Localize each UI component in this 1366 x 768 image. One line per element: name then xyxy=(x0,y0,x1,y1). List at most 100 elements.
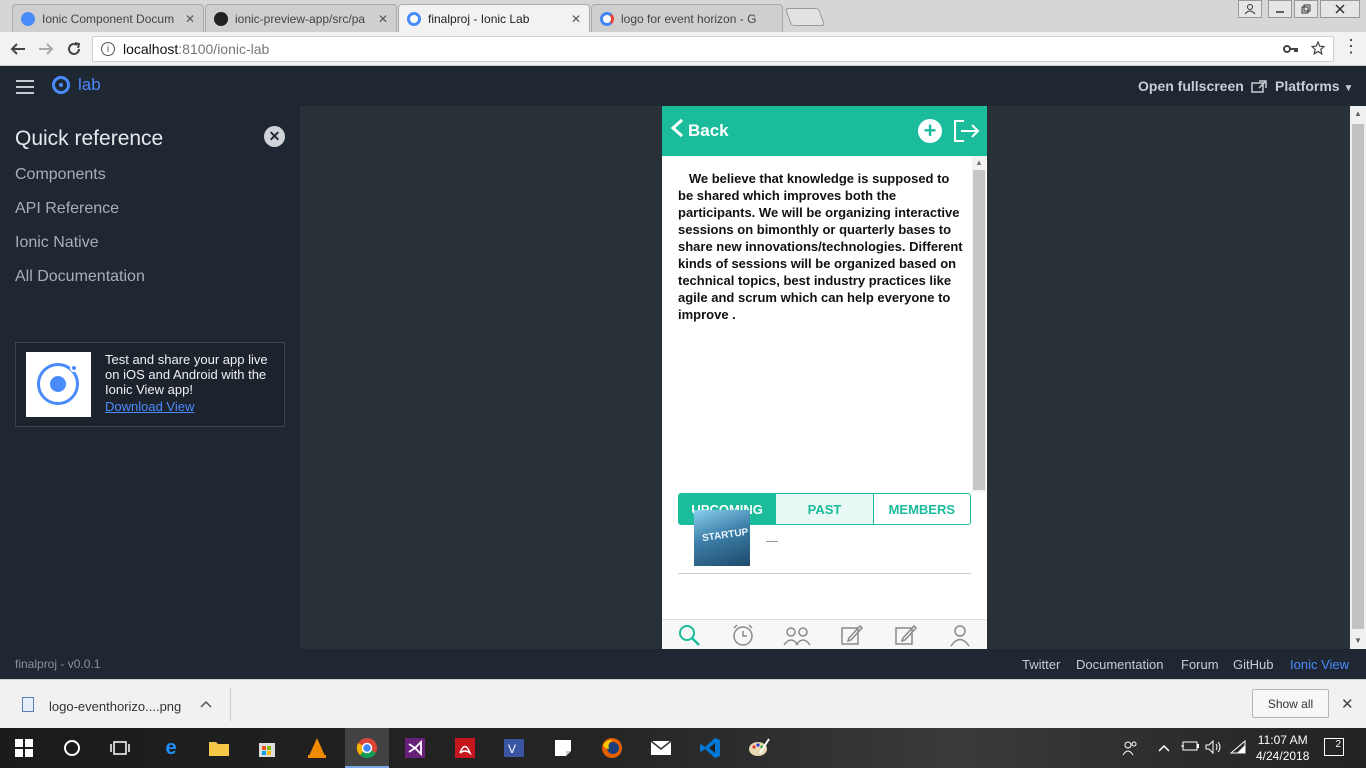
browser-tab-github[interactable]: ionic-preview-app/src/pa ✕ xyxy=(205,4,397,32)
volume-icon[interactable] xyxy=(1205,739,1223,757)
scrollbar-thumb[interactable] xyxy=(973,170,985,490)
action-center-icon[interactable]: 2 xyxy=(1324,738,1344,756)
acrobat-icon[interactable] xyxy=(453,736,477,760)
info-icon[interactable]: i xyxy=(101,42,115,56)
tab-alarm-icon[interactable] xyxy=(716,620,770,649)
restore-icon[interactable] xyxy=(1294,0,1318,18)
store-icon[interactable] xyxy=(255,736,279,760)
platforms-dropdown[interactable]: Platforms ▼ xyxy=(1275,78,1353,94)
lab-footer: finalproj - v0.0.1 Twitter Documentation… xyxy=(0,649,1366,679)
wifi-icon[interactable] xyxy=(1229,739,1246,757)
svg-text:V: V xyxy=(508,742,516,756)
footer-link-ionic-view[interactable]: Ionic View xyxy=(1290,657,1349,672)
cortana-icon[interactable] xyxy=(60,736,84,760)
people-icon[interactable] xyxy=(1122,740,1138,759)
browser-tab-ionic-lab[interactable]: finalproj - Ionic Lab ✕ xyxy=(398,4,590,32)
show-all-button[interactable]: Show all xyxy=(1252,689,1329,718)
event-title-placeholder xyxy=(766,541,778,542)
app-version: finalproj - v0.0.1 xyxy=(15,657,101,671)
footer-link-documentation[interactable]: Documentation xyxy=(1076,657,1163,672)
sidebar-title: Quick reference xyxy=(15,127,164,150)
key-icon[interactable] xyxy=(1283,42,1303,58)
open-fullscreen-link[interactable]: Open fullscreen xyxy=(1138,78,1267,94)
download-view-link[interactable]: Download View xyxy=(105,399,194,414)
windows-start-icon[interactable] xyxy=(12,736,36,760)
close-icon[interactable]: ✕ xyxy=(571,12,581,26)
sidebar-link-all-documentation[interactable]: All Documentation xyxy=(15,268,145,286)
tab-profile-icon[interactable] xyxy=(933,620,987,649)
close-icon[interactable]: ✕ xyxy=(1341,695,1354,713)
ionic-view-icon xyxy=(26,352,91,417)
ionic-icon xyxy=(407,11,421,26)
paint-icon[interactable] xyxy=(747,736,771,760)
system-clock[interactable]: 11:07 AM 4/24/2018 xyxy=(1256,732,1309,764)
close-icon[interactable]: ✕ xyxy=(185,12,195,26)
phone-tab-bar xyxy=(662,619,987,649)
close-window-icon[interactable] xyxy=(1320,0,1360,18)
scroll-up-icon[interactable]: ▲ xyxy=(972,158,986,167)
tab-edit-icon[interactable] xyxy=(879,620,933,649)
chrome-menu-icon[interactable]: ⋮ xyxy=(1342,36,1360,58)
browser-tab-ionic-docs[interactable]: Ionic Component Docum ✕ xyxy=(12,4,204,32)
scrollbar-thumb[interactable] xyxy=(1352,124,1364,629)
sidebar-link-api-reference[interactable]: API Reference xyxy=(15,200,119,218)
vlc-icon[interactable] xyxy=(305,736,329,760)
firefox-icon[interactable] xyxy=(600,736,624,760)
visio-icon[interactable]: V xyxy=(502,736,526,760)
file-explorer-icon[interactable] xyxy=(207,736,231,760)
footer-link-forum[interactable]: Forum xyxy=(1181,657,1219,672)
ionic-view-promo: Test and share your app live on iOS and … xyxy=(15,342,285,427)
sidebar-link-components[interactable]: Components xyxy=(15,166,106,184)
chevron-up-icon[interactable] xyxy=(200,697,212,711)
promo-text: Test and share your app live on iOS and … xyxy=(105,352,268,397)
footer-link-twitter[interactable]: Twitter xyxy=(1022,657,1060,672)
event-list-item[interactable]: STARTUP xyxy=(678,505,971,574)
back-label: Back xyxy=(688,120,729,140)
hamburger-menu-icon[interactable] xyxy=(16,80,34,94)
logout-icon[interactable] xyxy=(952,118,980,144)
mail-icon[interactable] xyxy=(649,736,673,760)
chrome-icon xyxy=(21,11,35,26)
url-path: :8100/ionic-lab xyxy=(178,41,270,57)
sidebar-link-ionic-native[interactable]: Ionic Native xyxy=(15,234,99,252)
external-link-icon xyxy=(1248,78,1267,94)
browser-tab-google[interactable]: logo for event horizon - G xyxy=(591,4,783,32)
vscode-icon[interactable] xyxy=(698,736,722,760)
page-scrollbar[interactable]: ▲ ▼ xyxy=(1350,106,1366,649)
tab-people-icon[interactable] xyxy=(770,620,824,649)
sticky-notes-icon[interactable] xyxy=(551,736,575,760)
edge-icon[interactable]: e xyxy=(159,736,183,760)
download-item[interactable]: logo-eventhorizo....png xyxy=(49,699,181,714)
address-bar[interactable]: i localhost:8100/ionic-lab xyxy=(92,36,1334,62)
user-icon[interactable] xyxy=(1238,0,1262,18)
group-description-text: We believe that knowledge is supposed to… xyxy=(678,171,963,322)
star-icon[interactable] xyxy=(1310,40,1326,58)
divider xyxy=(230,688,231,721)
visual-studio-icon[interactable] xyxy=(403,736,427,760)
content-scrollbar[interactable]: ▲ xyxy=(972,156,986,492)
footer-link-github[interactable]: GitHub xyxy=(1233,657,1273,672)
new-tab-button[interactable] xyxy=(784,8,826,26)
lab-brand: lab xyxy=(78,75,101,94)
close-icon[interactable]: ✕ xyxy=(378,12,388,26)
task-view-icon[interactable] xyxy=(108,736,132,760)
tab-label: Ionic Component Docum xyxy=(42,11,175,26)
battery-icon[interactable] xyxy=(1180,740,1200,755)
scroll-up-icon[interactable]: ▲ xyxy=(1350,106,1366,122)
reload-icon[interactable] xyxy=(62,37,86,61)
forward-arrow-icon[interactable] xyxy=(34,37,58,61)
show-hidden-icons[interactable] xyxy=(1158,740,1170,755)
scroll-down-icon[interactable]: ▼ xyxy=(1350,633,1366,649)
google-icon xyxy=(600,11,614,26)
chrome-icon[interactable] xyxy=(355,736,379,760)
add-icon[interactable]: + xyxy=(918,119,942,143)
tab-label: ionic-preview-app/src/pa xyxy=(235,11,366,26)
tab-compose-icon[interactable] xyxy=(825,620,879,649)
back-arrow-icon[interactable] xyxy=(6,37,30,61)
close-sidebar-icon[interactable]: ✕ xyxy=(264,126,285,147)
back-button[interactable]: Back xyxy=(670,118,729,143)
minimize-icon[interactable] xyxy=(1268,0,1292,18)
ionic-logo-icon xyxy=(52,76,70,94)
tab-search-icon[interactable] xyxy=(662,620,716,649)
windows-taskbar: e V 11:07 AM 4/24/2018 2 xyxy=(0,728,1366,768)
